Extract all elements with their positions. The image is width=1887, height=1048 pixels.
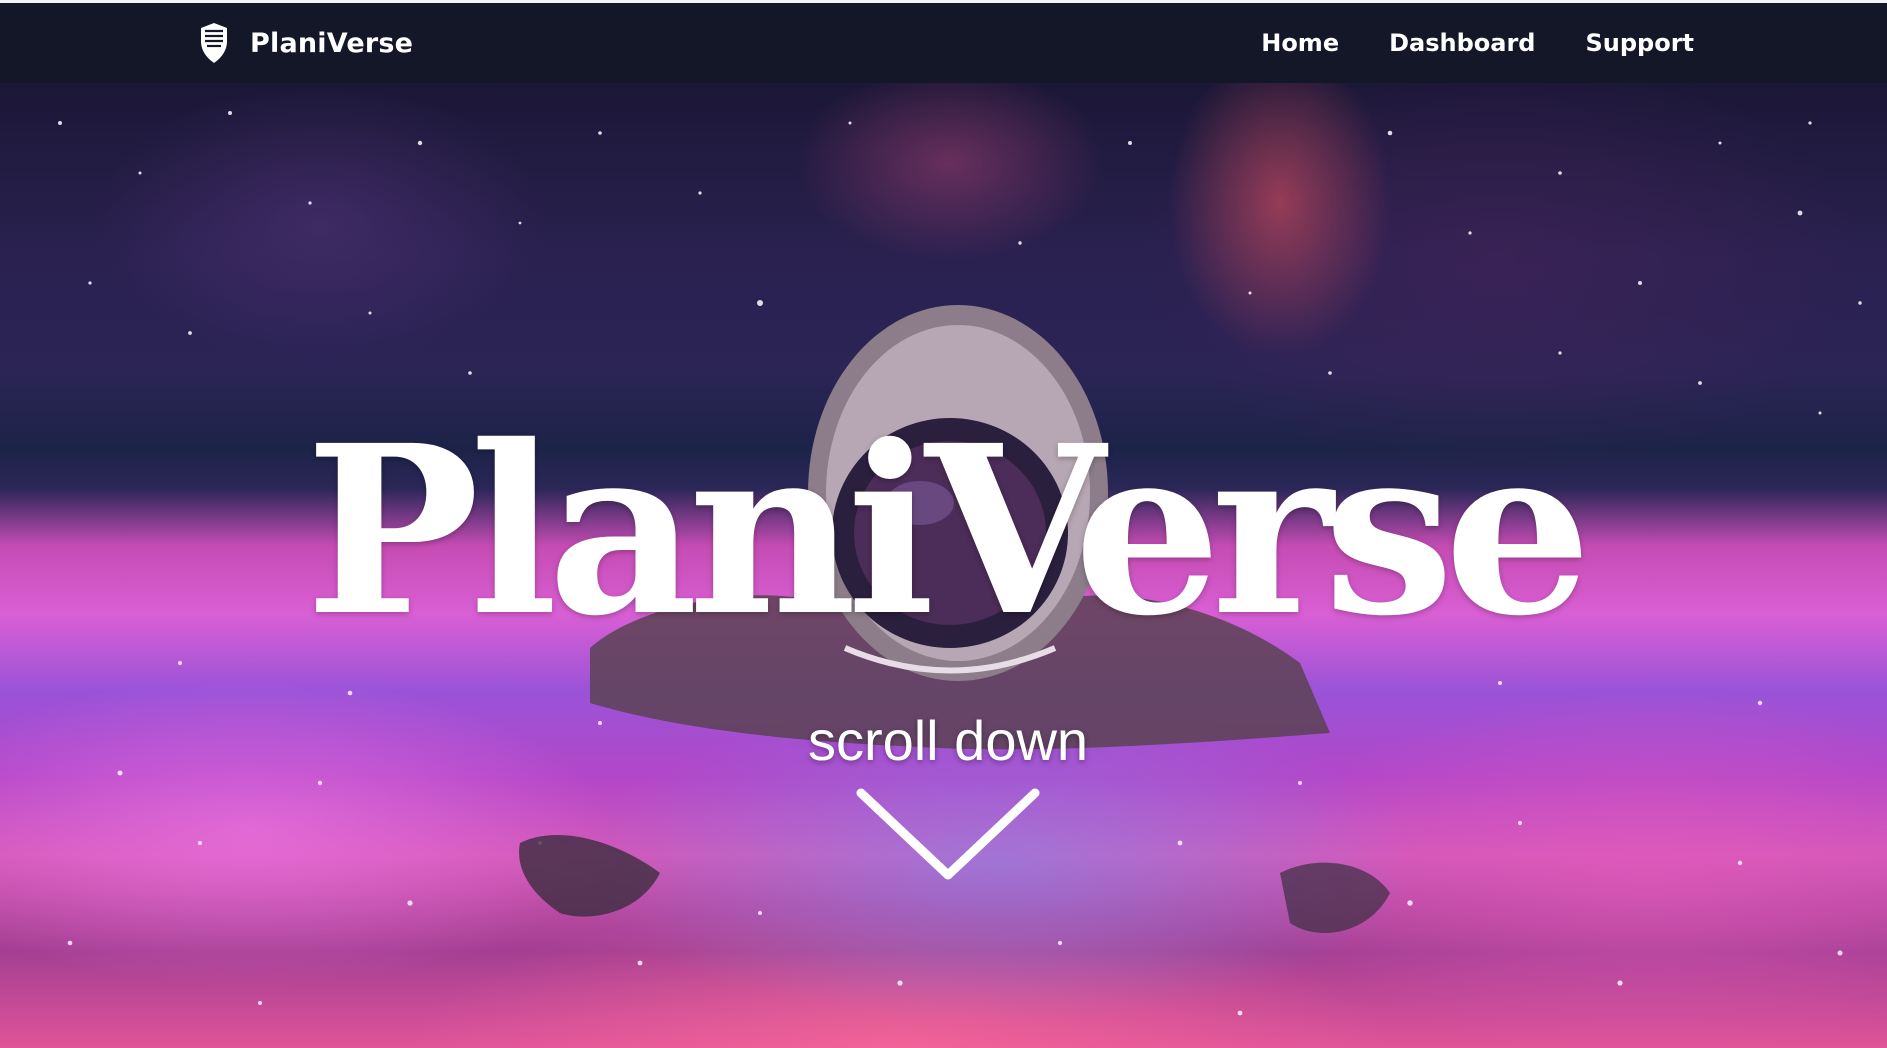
brand-name: PlaniVerse [250, 27, 414, 59]
nav-link-dashboard[interactable]: Dashboard [1389, 29, 1535, 57]
nav-link-home[interactable]: Home [1261, 29, 1339, 57]
nav-links: Home Dashboard Support [1261, 3, 1694, 83]
scroll-down-label: scroll down [807, 709, 1089, 772]
chevron-down-icon [856, 788, 1040, 880]
navbar: PlaniVerse Home Dashboard Support [0, 3, 1887, 83]
scroll-down-button[interactable]: scroll down [793, 713, 1103, 893]
shield-logo-icon [201, 23, 227, 63]
hero-title: PlaniVerse [305, 394, 1591, 667]
brand-home-link[interactable]: PlaniVerse [196, 3, 413, 83]
hero-section: PlaniVerse scroll down [0, 83, 1887, 1048]
nav-link-support[interactable]: Support [1585, 29, 1694, 57]
